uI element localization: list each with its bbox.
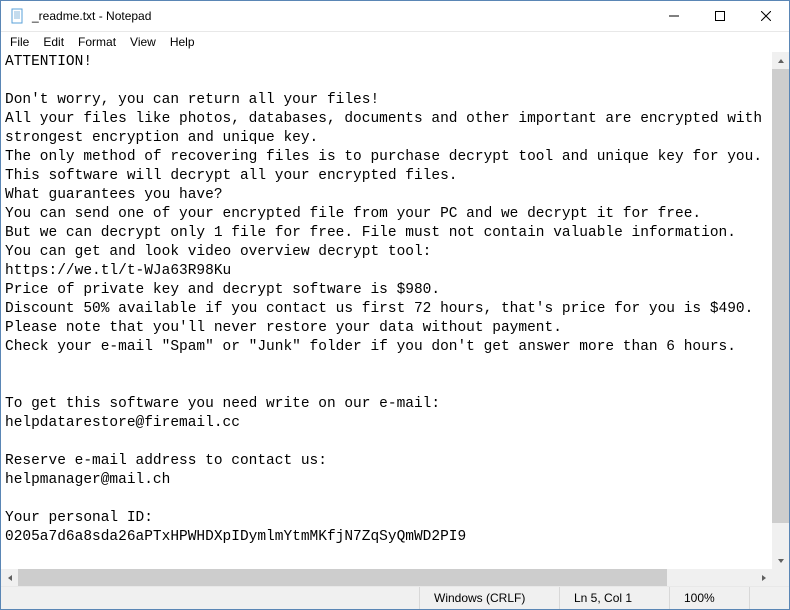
status-zoom: 100% bbox=[669, 587, 749, 609]
vertical-scroll-thumb[interactable] bbox=[772, 69, 789, 523]
horizontal-scrollbar[interactable] bbox=[1, 569, 772, 586]
menu-view[interactable]: View bbox=[123, 34, 163, 50]
statusbar: Windows (CRLF) Ln 5, Col 1 100% bbox=[1, 586, 789, 609]
vertical-scrollbar[interactable] bbox=[772, 52, 789, 569]
menu-file[interactable]: File bbox=[3, 34, 36, 50]
menubar: File Edit Format View Help bbox=[1, 32, 789, 52]
notepad-window: _readme.txt - Notepad File Edit Format V… bbox=[0, 0, 790, 610]
horizontal-scroll-track[interactable] bbox=[18, 569, 755, 586]
text-content[interactable]: ATTENTION! Don't worry, you can return a… bbox=[1, 52, 772, 569]
status-extra bbox=[749, 587, 789, 609]
menu-edit[interactable]: Edit bbox=[36, 34, 71, 50]
status-position: Ln 5, Col 1 bbox=[559, 587, 669, 609]
menu-help[interactable]: Help bbox=[163, 34, 202, 50]
vertical-scroll-track[interactable] bbox=[772, 69, 789, 552]
scroll-right-button[interactable] bbox=[755, 569, 772, 586]
menu-format[interactable]: Format bbox=[71, 34, 123, 50]
editor-area: ATTENTION! Don't worry, you can return a… bbox=[1, 52, 789, 586]
maximize-button[interactable] bbox=[697, 1, 743, 32]
horizontal-scroll-thumb[interactable] bbox=[18, 569, 667, 586]
status-encoding: Windows (CRLF) bbox=[419, 587, 559, 609]
window-title: _readme.txt - Notepad bbox=[32, 9, 151, 23]
scroll-left-button[interactable] bbox=[1, 569, 18, 586]
scroll-up-button[interactable] bbox=[772, 52, 789, 69]
scroll-down-button[interactable] bbox=[772, 552, 789, 569]
close-button[interactable] bbox=[743, 1, 789, 32]
notepad-icon bbox=[10, 8, 26, 24]
titlebar[interactable]: _readme.txt - Notepad bbox=[1, 1, 789, 32]
window-controls bbox=[651, 1, 789, 32]
scroll-corner bbox=[772, 569, 789, 586]
minimize-button[interactable] bbox=[651, 1, 697, 32]
